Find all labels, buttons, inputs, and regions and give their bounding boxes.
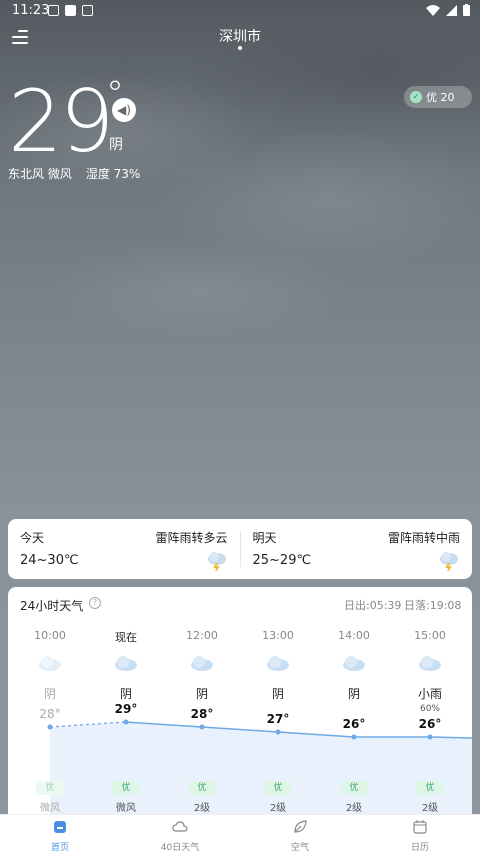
hour-condition: 阴 xyxy=(347,687,360,701)
hour-wind: 2级 xyxy=(193,803,211,814)
bottom-navigation: 首页 40日天气 空气 日历 xyxy=(0,814,480,853)
notification-icon xyxy=(65,5,76,16)
forecast-range: 24~30℃ xyxy=(20,553,79,568)
aqi-badge[interactable]: ✓ 优 20 xyxy=(404,86,472,108)
hour-precip-prob: 60% xyxy=(419,704,440,714)
hour-wind: 微风 xyxy=(40,803,60,814)
current-condition: 阴 xyxy=(109,137,123,153)
forecast-condition: 雷阵雨转中雨 xyxy=(387,531,460,545)
hour-temperature: 26° xyxy=(342,717,366,731)
hour-column: 14:00 阴 xyxy=(316,629,392,716)
hour-temperature: 28° xyxy=(39,707,61,721)
hour-aqi-badge: 优 xyxy=(112,781,140,795)
nav-label: 首页 xyxy=(50,843,69,853)
nav-air[interactable]: 空气 xyxy=(240,815,360,853)
home-icon xyxy=(54,821,66,833)
nav-calendar[interactable]: 日历 xyxy=(360,815,480,853)
hour-aqi-badge: 优 xyxy=(36,781,64,795)
hour-time: 15:00 xyxy=(414,629,446,642)
aqi-value: 优 20 xyxy=(426,91,455,104)
hour-temperature: 27° xyxy=(266,712,290,726)
light-rain-icon xyxy=(419,656,441,671)
hour-column: 10:00 阴 xyxy=(12,629,88,716)
signal-icon xyxy=(446,4,457,16)
hour-condition: 阴 xyxy=(119,687,132,701)
nav-home[interactable]: 首页 xyxy=(0,815,120,853)
nav-40-day[interactable]: 40日天气 xyxy=(120,815,240,853)
humidity-info: 湿度 73% xyxy=(85,167,141,181)
speaker-icon[interactable]: ◀) xyxy=(112,98,136,122)
hour-aqi-badge: 优 xyxy=(416,781,444,795)
hour-temperature: 28° xyxy=(190,707,214,721)
hour-condition: 阴 xyxy=(195,687,208,701)
overcast-icon xyxy=(191,656,213,671)
hourly-forecast-card[interactable]: 24小时天气 ? 日出:05:39 日落:19:08 10:00 阴优微风 现在阴优… xyxy=(8,587,472,827)
hour-time: 13:00 xyxy=(262,629,294,642)
temperature-point xyxy=(47,724,53,730)
hour-time: 14:00 xyxy=(338,629,370,642)
hour-condition: 阴 xyxy=(271,687,284,701)
status-bar: 11:23 xyxy=(0,0,480,22)
hour-time: 现在 xyxy=(115,631,137,644)
temperature-point xyxy=(275,729,281,735)
hour-condition: 小雨 xyxy=(417,687,442,701)
overcast-icon xyxy=(115,656,137,671)
leaf-icon: ✓ xyxy=(410,91,422,103)
temperature-point xyxy=(427,734,433,740)
hour-condition: 阴 xyxy=(43,687,56,701)
forecast-today[interactable]: 今天 雷阵雨转多云 24~30℃ xyxy=(8,519,240,579)
status-time: 11:23 xyxy=(12,3,50,18)
hour-time: 12:00 xyxy=(186,629,218,642)
overcast-icon xyxy=(267,656,289,671)
forecast-label: 今天 xyxy=(20,531,45,545)
hour-wind: 微风 xyxy=(116,803,136,814)
forecast-tomorrow[interactable]: 明天 雷阵雨转中雨 25~29℃ xyxy=(241,519,473,579)
hour-column: 12:00 阴 xyxy=(164,629,240,716)
hour-time: 10:00 xyxy=(34,629,66,642)
hour-temperature: 26° xyxy=(418,717,442,731)
hour-wind: 2级 xyxy=(269,803,287,814)
cloud-icon xyxy=(172,821,188,832)
daily-forecast-card[interactable]: 今天 雷阵雨转多云 24~30℃ 明天 雷阵雨转中雨 25~29℃ xyxy=(8,519,472,579)
gallery-icon xyxy=(48,5,59,16)
hour-aqi-badge: 优 xyxy=(188,781,216,795)
forecast-condition: 雷阵雨转多云 xyxy=(155,531,228,545)
city-name[interactable]: 深圳市 xyxy=(0,26,480,46)
temperature-point xyxy=(123,719,129,725)
wifi-icon xyxy=(426,4,440,16)
overcast-icon xyxy=(39,656,61,671)
hour-aqi-badge: 优 xyxy=(264,781,292,795)
hour-precip-prob xyxy=(316,704,392,716)
leaf-icon xyxy=(294,820,307,833)
battery-icon xyxy=(463,4,470,16)
nav-label: 40日天气 xyxy=(160,843,200,853)
calendar-icon xyxy=(413,820,427,834)
overcast-icon xyxy=(343,656,365,671)
temperature-point xyxy=(351,734,357,740)
thunderstorm-icon xyxy=(207,552,226,571)
hour-temperature: 29° xyxy=(114,702,138,716)
hour-column: 13:00 阴 xyxy=(240,629,316,716)
hour-wind: 2级 xyxy=(421,803,439,814)
font-icon xyxy=(82,5,93,16)
current-temperature: 29 xyxy=(8,72,114,172)
temperature-point xyxy=(199,724,205,730)
nav-label: 空气 xyxy=(290,843,309,853)
forecast-label: 明天 xyxy=(252,531,277,545)
page-indicator-dot xyxy=(238,46,242,50)
hour-wind: 2级 xyxy=(345,803,363,814)
hour-aqi-badge: 优 xyxy=(340,781,368,795)
hour-column: 15:00 小雨 60% xyxy=(392,629,468,716)
thunderstorm-icon xyxy=(440,552,458,571)
nav-label: 日历 xyxy=(410,843,429,853)
wind-info: 东北风 微风 xyxy=(8,167,72,181)
forecast-range: 25~29℃ xyxy=(252,553,312,568)
